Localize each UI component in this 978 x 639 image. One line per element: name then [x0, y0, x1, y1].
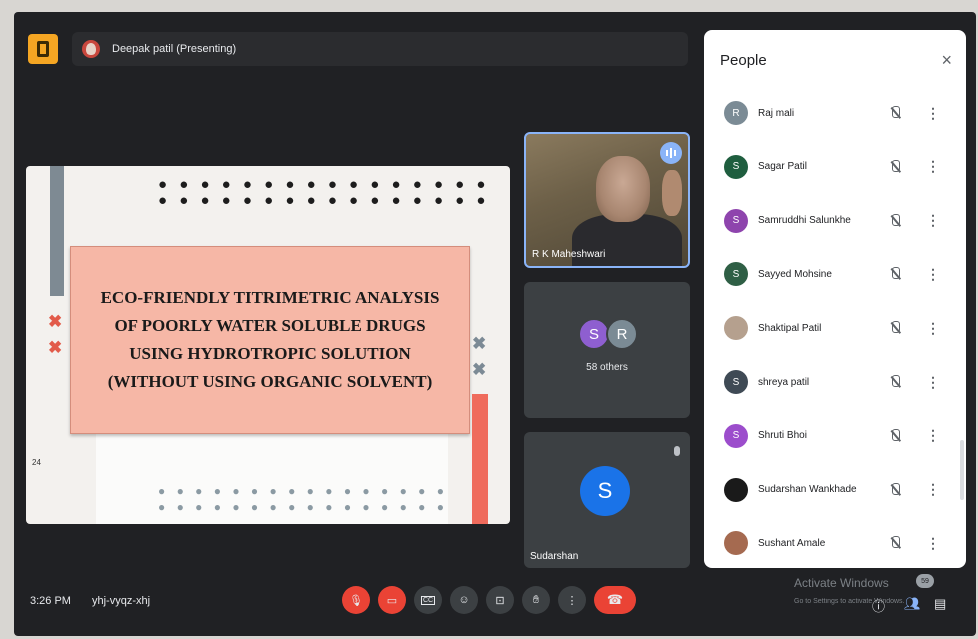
participant-name: Sushant Amale — [758, 537, 826, 549]
more-vert-icon[interactable]: ⋮ — [926, 427, 940, 444]
others-avatars: S R — [578, 318, 638, 350]
participant-name: Shruti Bhoi — [758, 430, 807, 442]
slide-decoration — [50, 166, 64, 296]
end-call-button[interactable]: ☎︎ — [594, 586, 636, 614]
more-vert-icon[interactable]: ⋮ — [926, 158, 940, 175]
participant-row[interactable]: S Sagar Patil ⋮ — [704, 140, 966, 194]
emoji-button[interactable]: ☺ — [450, 586, 478, 614]
captions-button[interactable]: CC — [414, 586, 442, 614]
mic-off-icon — [890, 159, 900, 174]
participant-row[interactable]: Sshreya patil ⋮ — [704, 355, 966, 409]
slide-page-number: 24 — [32, 458, 41, 467]
more-vert-icon[interactable]: ⋮ — [926, 266, 940, 283]
slide-x-mark: ✖ — [472, 334, 487, 353]
shared-slide: ● ● ● ● ● ● ● ● ● ● ● ● ● ● ● ● ● ● ● ● … — [26, 166, 510, 524]
mic-off-icon — [890, 428, 900, 443]
mic-off-icon — [890, 536, 900, 550]
close-icon[interactable]: × — [941, 50, 952, 71]
participant-row[interactable]: Shaktipal Patil ⋮ — [704, 301, 966, 355]
avatar: S — [724, 423, 748, 448]
avatar — [724, 477, 748, 502]
avatar: S — [724, 208, 748, 233]
slide-dots-bottom: ● ● ● ● ● ● ● ● ● ● ● ● ● ● ● ● — [158, 484, 448, 498]
people-panel-title: People — [720, 52, 767, 69]
mic-off-icon — [890, 213, 900, 228]
present-button[interactable]: ⊡ — [486, 586, 514, 614]
participant-name: Sayyed Mohsine — [758, 268, 832, 280]
more-vert-icon[interactable]: ⋮ — [926, 105, 940, 122]
presenter-bar[interactable]: Deepak patil (Presenting) — [72, 32, 688, 66]
more-vert-icon[interactable]: ⋮ — [926, 320, 940, 337]
slide-dots-top: ● ● ● ● ● ● ● ● ● ● ● ● ● ● ● ● — [158, 176, 490, 193]
participant-tile[interactable]: S Sudarshan — [524, 432, 690, 568]
avatar: S — [580, 466, 630, 516]
others-tile[interactable]: S R 58 others — [524, 282, 690, 418]
avatar: R — [606, 318, 638, 350]
slide-x-mark: ✖ — [48, 312, 63, 331]
slide-dots-bottom: ● ● ● ● ● ● ● ● ● ● ● ● ● ● ● ● — [158, 500, 448, 514]
mic-off-icon — [674, 446, 680, 456]
mic-off-icon — [890, 106, 900, 120]
participant-row[interactable]: R Raj mali ⋮ — [704, 86, 966, 140]
clock: 3:26 PM — [30, 595, 71, 607]
avatar: S — [724, 262, 748, 287]
mic-off-icon — [890, 321, 900, 335]
people-count-badge: 59 — [916, 574, 934, 588]
more-options-button[interactable]: ⋮ — [558, 586, 586, 614]
mic-off-icon — [890, 482, 900, 497]
avatar — [724, 531, 748, 556]
activate-windows-title: Activate Windows — [794, 576, 889, 590]
participant-row[interactable]: S Sayyed Mohsine ⋮ — [704, 247, 966, 301]
mic-off-button[interactable]: 🎙︎ — [342, 586, 370, 614]
people-icon[interactable]: 👥︎ — [904, 596, 921, 612]
participant-row[interactable]: Sudarshan Wankhade ⋮ — [704, 463, 966, 517]
slide-x-mark: ✖ — [472, 360, 487, 379]
mic-off-icon — [890, 267, 900, 281]
participant-name: Samruddhi Salunkhe — [758, 215, 851, 227]
participant-name: shreya patil — [758, 376, 810, 388]
participant-name: Sagar Patil — [758, 161, 807, 173]
slide-decoration — [472, 394, 488, 524]
more-vert-icon[interactable]: ⋮ — [926, 212, 940, 229]
avatar: S — [724, 154, 748, 179]
avatar: R — [724, 101, 748, 125]
slide-dots-top: ● ● ● ● ● ● ● ● ● ● ● ● ● ● ● ● — [158, 192, 490, 209]
slide-title: ECO-FRIENDLY TITRIMETRIC ANALYSIS OF POO… — [100, 288, 440, 391]
info-icon[interactable]: ⓘ — [872, 596, 885, 615]
participant-name: Raj mali — [758, 107, 795, 119]
raise-hand-button[interactable]: ✋︎ — [522, 586, 550, 614]
mic-off-icon — [890, 375, 900, 389]
scrollbar[interactable] — [960, 440, 964, 500]
participant-name: Sudarshan Wankhade — [758, 484, 857, 496]
presenter-avatar — [82, 40, 100, 58]
people-panel: People × R Raj mali ⋮ S Sagar Patil ⋮ S Samrudd… — [704, 30, 966, 568]
more-vert-icon[interactable]: ⋮ — [926, 481, 940, 498]
speaking-icon — [660, 142, 682, 164]
slide-x-mark: ✖ — [48, 338, 63, 357]
presenter-name: Deepak patil (Presenting) — [112, 43, 237, 55]
video-person — [662, 170, 682, 216]
avatar — [724, 316, 748, 341]
participant-video-tile[interactable]: R K Maheshwari — [524, 132, 690, 268]
more-vert-icon[interactable]: ⋮ — [926, 535, 940, 552]
video-person — [596, 156, 650, 222]
presentation-icon[interactable] — [28, 34, 58, 64]
participant-row[interactable]: S Shruti Bhoi ⋮ — [704, 409, 966, 463]
avatar: S — [724, 370, 748, 394]
camera-off-button[interactable]: ▭ — [378, 586, 406, 614]
participant-row[interactable]: S Samruddhi Salunkhe ⋮ — [704, 194, 966, 248]
others-count-label: 58 others — [586, 362, 628, 373]
slide-title-box: ECO-FRIENDLY TITRIMETRIC ANALYSIS OF POO… — [70, 246, 470, 434]
participant-name: R K Maheshwari — [532, 249, 606, 260]
meeting-code: yhj-vyqz-xhj — [92, 595, 151, 607]
participant-row[interactable]: Sushant Amale ⋮ — [704, 516, 966, 568]
meet-window: Deepak patil (Presenting) ● ● ● ● ● ● ● … — [14, 12, 976, 636]
participant-name: Sudarshan — [530, 551, 579, 562]
participant-name: Shaktipal Patil — [758, 322, 822, 334]
more-vert-icon[interactable]: ⋮ — [926, 374, 940, 391]
chat-icon[interactable]: ▤ — [934, 596, 946, 612]
activate-windows-subtitle: Go to Settings to activate Windows. — [794, 598, 905, 605]
